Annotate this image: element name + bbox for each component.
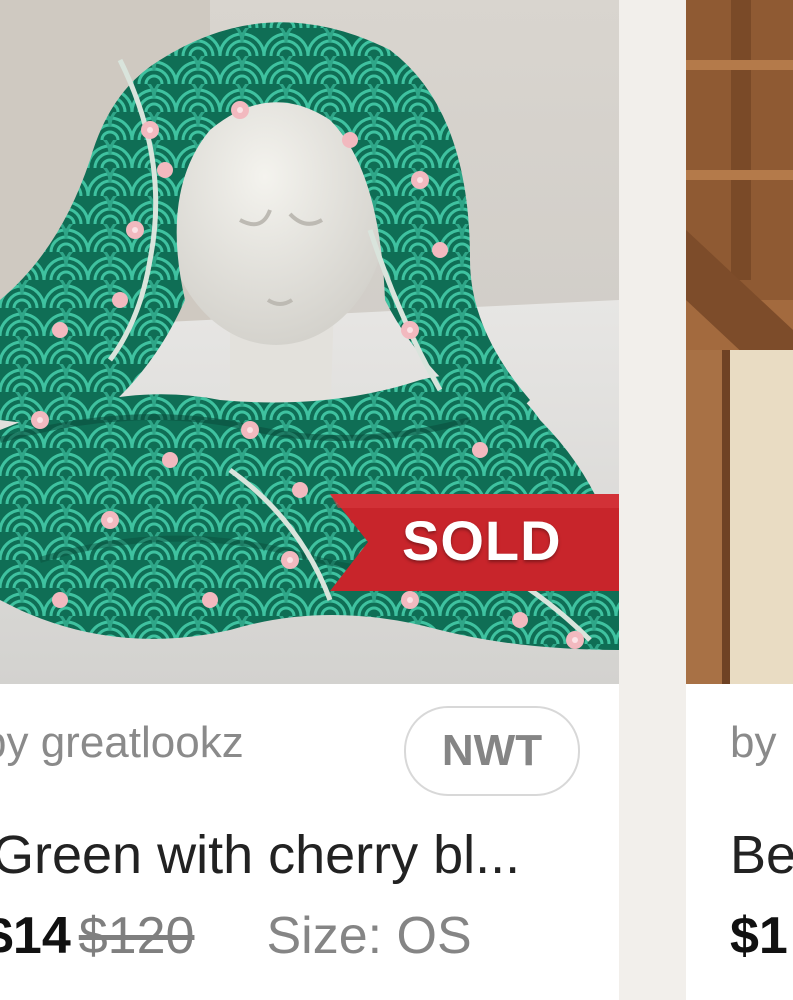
original-price: $120 bbox=[78, 907, 195, 965]
seller-name[interactable]: by greatlookz bbox=[0, 718, 244, 768]
condition-badge: NWT bbox=[404, 706, 580, 796]
staircase-photo-image bbox=[686, 0, 793, 684]
listing-card[interactable]: SOLD by greatlookz NWT Green with cherry… bbox=[0, 0, 619, 1000]
listing-title[interactable]: Green with cherry bl... bbox=[0, 824, 520, 886]
listing-price: $1 bbox=[730, 907, 788, 965]
listing-card[interactable]: by Be $1 bbox=[686, 0, 793, 1000]
seller-name[interactable]: by bbox=[730, 718, 776, 768]
price-row: $1 bbox=[730, 906, 788, 966]
size-label: Size: OS bbox=[266, 907, 472, 965]
sold-banner: SOLD bbox=[330, 494, 619, 591]
listing-price: $14 bbox=[0, 907, 71, 965]
listing-title[interactable]: Be bbox=[730, 824, 793, 886]
listing-photo[interactable] bbox=[686, 0, 793, 684]
sold-label: SOLD bbox=[402, 509, 562, 572]
price-row: $14$120 Size: OS bbox=[0, 906, 472, 966]
